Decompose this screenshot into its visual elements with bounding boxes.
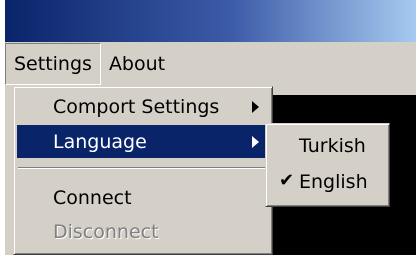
submenu-arrow-icon [252, 136, 259, 148]
menu-bar: Settings About [5, 43, 416, 85]
menu-about[interactable]: About [101, 43, 173, 85]
menu-settings-label: Settings [14, 53, 92, 75]
menu-item-label: Language [53, 130, 147, 153]
menu-item-comport-settings[interactable]: Comport Settings [17, 90, 269, 123]
language-item-turkish[interactable]: Turkish [269, 128, 386, 163]
menu-separator [18, 167, 268, 169]
menu-item-language[interactable]: Language [17, 125, 269, 158]
language-item-label: English [299, 170, 368, 193]
title-bar [5, 0, 416, 42]
menu-settings[interactable]: Settings [5, 43, 101, 85]
language-item-label: Turkish [299, 134, 366, 157]
menu-item-label: Disconnect [53, 220, 159, 243]
language-submenu: Turkish ✔ English [265, 123, 390, 207]
language-item-english[interactable]: ✔ English [269, 164, 386, 199]
menu-item-connect[interactable]: Connect [17, 181, 269, 214]
menu-about-label: About [108, 53, 166, 75]
submenu-arrow-icon [252, 101, 259, 113]
menu-item-label: Connect [53, 186, 132, 209]
checkmark-icon: ✔ [279, 170, 295, 191]
menu-item-label: Comport Settings [53, 95, 220, 118]
settings-dropdown: Comport Settings Language Connect Discon… [13, 86, 273, 255]
menu-item-disconnect: Disconnect [17, 215, 269, 248]
